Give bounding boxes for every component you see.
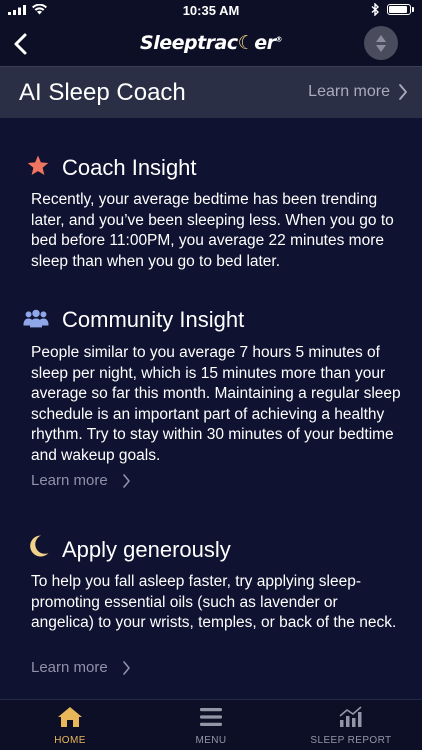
bluetooth-icon (371, 3, 379, 16)
card-title: Community Insight (62, 307, 245, 332)
status-bar: 10:35 AM (0, 0, 422, 22)
learn-more-link[interactable]: Learn more (31, 659, 131, 676)
battery-icon (387, 4, 414, 15)
page-title: AI Sleep Coach (19, 79, 186, 106)
tab-home[interactable]: HOME (0, 706, 140, 746)
arrow-up-icon (376, 34, 386, 42)
home-icon (58, 707, 82, 727)
tab-sleep-report[interactable]: SLEEP REPORT (281, 706, 421, 746)
card-body: To help you fall asleep faster, try appl… (31, 573, 397, 631)
section-header: AI Sleep Coach Learn more (0, 66, 422, 118)
learn-more-label: Learn more (308, 83, 390, 100)
tab-label: MENU (195, 735, 227, 746)
card-body: Recently, your average bedtime has been … (31, 191, 394, 270)
navigation-bar: Sleeptrac☾er® (0, 22, 422, 66)
card-title: Apply generously (62, 537, 231, 562)
learn-more-label: Learn more (31, 659, 108, 676)
chevron-right-icon (122, 660, 130, 675)
star-icon (27, 155, 49, 175)
card-body: People similar to you average 7 hours 5 … (31, 344, 401, 464)
card-title: Coach Insight (62, 155, 197, 180)
tab-label: SLEEP REPORT (310, 735, 392, 746)
learn-more-label: Learn more (31, 472, 108, 489)
tab-menu[interactable]: MENU (141, 706, 281, 746)
sort-toggle-button[interactable] (364, 26, 398, 60)
bar-chart-icon (339, 706, 362, 727)
sleeptracker-logo: Sleeptrac☾er® (140, 32, 282, 54)
status-right (371, 3, 414, 16)
status-time: 10:35 AM (182, 3, 240, 18)
chevron-right-icon (399, 84, 407, 100)
arrow-down-icon (376, 44, 386, 52)
tab-bar: HOME MENU SLEEP REPORT (0, 699, 422, 750)
moon-icon (30, 535, 49, 557)
chevron-right-icon (122, 473, 130, 488)
learn-more-link[interactable]: Learn more (308, 83, 408, 101)
people-icon (23, 309, 49, 328)
learn-more-link[interactable]: Learn more (31, 472, 131, 489)
tab-label: HOME (54, 735, 86, 746)
menu-icon (200, 708, 222, 726)
